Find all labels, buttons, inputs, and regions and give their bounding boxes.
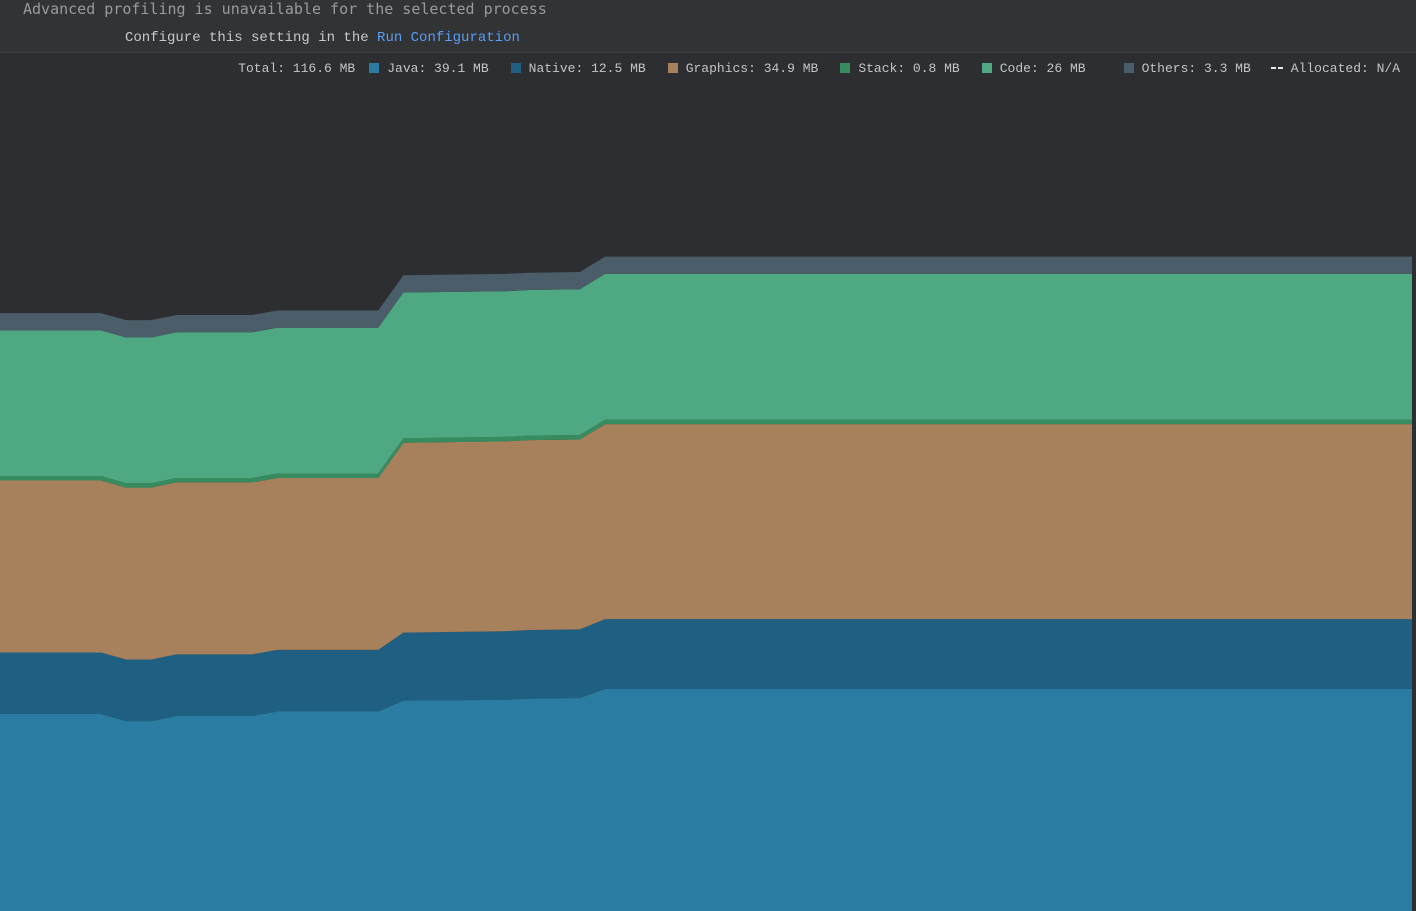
memory-profiler-view: Advanced profiling is unavailable for th… xyxy=(0,0,1416,911)
area-java xyxy=(0,689,1412,911)
legend-stack-label: Stack: 0.8 MB xyxy=(858,60,960,76)
java-swatch xyxy=(369,63,380,73)
legend-item-graphics: Graphics: 34.9 MB xyxy=(667,60,819,76)
legend-total: Total: 116.6 MB xyxy=(238,61,355,76)
banner-message: Advanced profiling is unavailable for th… xyxy=(23,0,547,18)
stack-swatch xyxy=(840,63,851,73)
code-swatch xyxy=(981,63,992,73)
memory-stacked-area-chart xyxy=(0,256,1412,911)
allocated-dash-icon xyxy=(1270,63,1283,73)
graphics-swatch xyxy=(667,63,678,73)
legend-java-label: Java: 39.1 MB xyxy=(387,60,489,76)
legend-item-allocated: Allocated: N/A xyxy=(1270,60,1400,76)
native-swatch xyxy=(510,63,521,73)
legend-item-others: Others: 3.3 MB xyxy=(1123,60,1251,76)
legend-item-stack: Stack: 0.8 MB xyxy=(840,60,960,76)
others-swatch xyxy=(1123,63,1134,73)
memory-legend: Total: 116.6 MB Java: 39.1 MB Native: 12… xyxy=(238,58,1400,78)
legend-graphics-label: Graphics: 34.9 MB xyxy=(685,60,819,76)
banner-hint-text: Configure this setting in the xyxy=(125,30,378,46)
legend-allocated-label: Allocated: N/A xyxy=(1290,60,1400,76)
legend-total-label: Total: 116.6 MB xyxy=(238,60,356,76)
legend-item-code: Code: 26 MB xyxy=(981,60,1086,76)
advanced-profiling-banner: Advanced profiling is unavailable for th… xyxy=(0,0,1416,53)
legend-item-native: Native: 12.5 MB xyxy=(510,60,646,76)
chart-scrollbar[interactable] xyxy=(1412,52,1416,911)
run-configuration-link[interactable]: Run Configuration xyxy=(377,30,520,46)
legend-others-label: Others: 3.3 MB xyxy=(1141,60,1251,76)
legend-item-java: Java: 39.1 MB xyxy=(369,60,489,76)
legend-native-label: Native: 12.5 MB xyxy=(528,60,646,76)
legend-code-label: Code: 26 MB xyxy=(999,60,1086,76)
banner-hint: Configure this setting in the Run Config… xyxy=(125,28,520,48)
